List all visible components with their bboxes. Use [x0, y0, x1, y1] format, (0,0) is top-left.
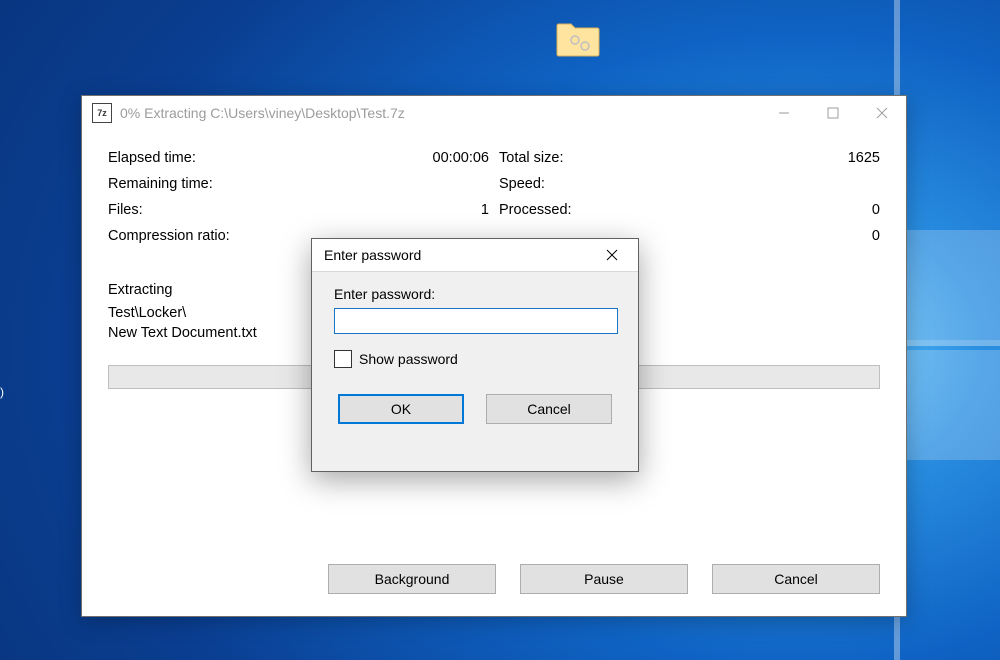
background-button[interactable]: Background: [328, 564, 496, 594]
minimize-button[interactable]: [759, 96, 808, 130]
password-input[interactable]: [334, 308, 618, 334]
window-title: 0% Extracting C:\Users\viney\Desktop\Tes…: [120, 105, 759, 121]
cancel-button[interactable]: Cancel: [712, 564, 880, 594]
files-label: Files:: [108, 202, 143, 218]
ratio-label: Compression ratio:: [108, 228, 230, 244]
show-password-checkbox[interactable]: [334, 350, 352, 368]
total-value: 1625: [848, 150, 880, 166]
ok-button[interactable]: OK: [338, 394, 464, 424]
show-password-label: Show password: [359, 351, 458, 367]
titlebar[interactable]: 7z 0% Extracting C:\Users\viney\Desktop\…: [82, 96, 906, 130]
processed-value: 0: [872, 202, 880, 218]
dialog-titlebar[interactable]: Enter password: [312, 239, 638, 272]
total-label: Total size:: [499, 150, 563, 166]
password-dialog: Enter password Enter password: Show pass…: [311, 238, 639, 472]
desktop-folder-icon[interactable]: [555, 18, 601, 58]
remaining-label: Remaining time:: [108, 176, 213, 192]
extra-value: 0: [872, 228, 880, 244]
cancel-button[interactable]: Cancel: [486, 394, 612, 424]
pause-button[interactable]: Pause: [520, 564, 688, 594]
files-value: 1: [481, 202, 489, 218]
desktop-wallpaper: ) 7z 0% Extracting C:\Users\viney\Deskto…: [0, 0, 1000, 660]
app-icon: 7z: [92, 103, 112, 123]
processed-label: Processed:: [499, 202, 572, 218]
elapsed-label: Elapsed time:: [108, 150, 196, 166]
close-icon[interactable]: [592, 242, 632, 268]
dialog-title: Enter password: [324, 247, 592, 263]
speed-label: Speed:: [499, 176, 545, 192]
password-label: Enter password:: [334, 286, 616, 302]
close-button[interactable]: [857, 96, 906, 130]
elapsed-value: 00:00:06: [433, 150, 489, 166]
screen-edge-text: ): [0, 385, 4, 399]
maximize-button[interactable]: [808, 96, 857, 130]
